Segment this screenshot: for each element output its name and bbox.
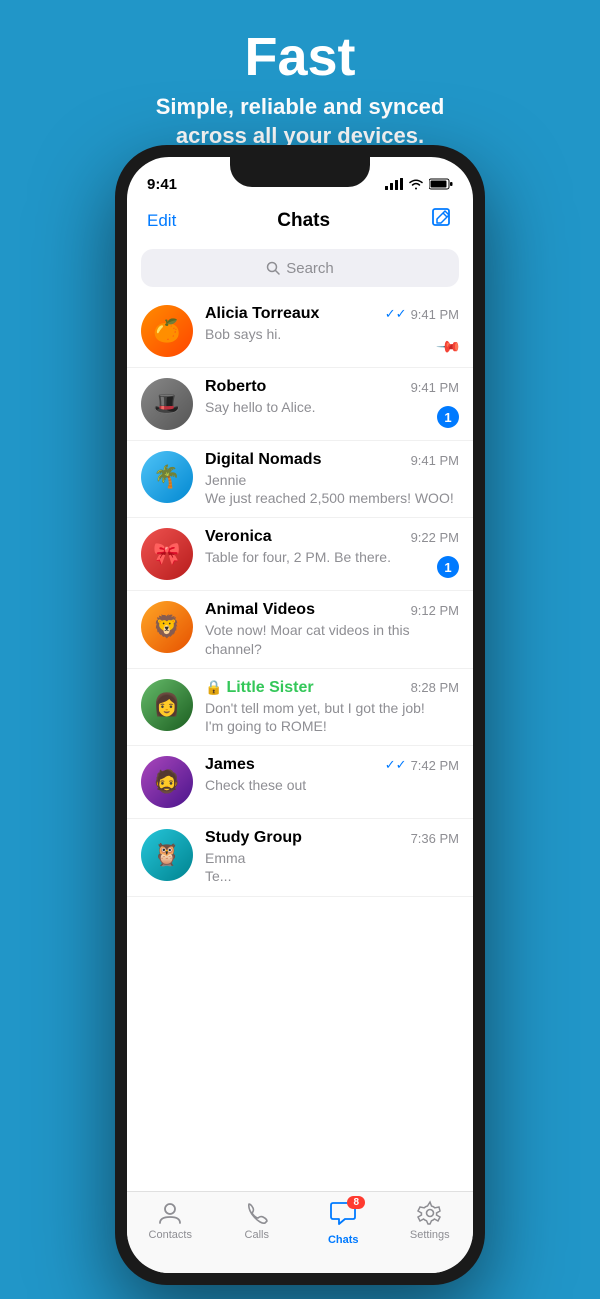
status-time: 9:41 xyxy=(147,176,177,193)
phone-mockup: 9:41 xyxy=(115,145,485,1285)
chat-content-james: James ✓✓ 7:42 PM Check these out xyxy=(205,756,459,794)
chat-preview-veronica: Table for four, 2 PM. Be there. xyxy=(205,548,459,566)
bottom-navigation: Contacts Calls 8 Chats xyxy=(127,1191,473,1273)
chat-time-animal-videos: 9:12 PM xyxy=(411,603,459,618)
chat-item-veronica[interactable]: 🎀 Veronica 9:22 PM Table for four, 2 PM.… xyxy=(127,518,473,591)
avatar-veronica: 🎀 xyxy=(141,528,193,580)
signal-icon xyxy=(385,178,403,190)
badge-roberto: 1 xyxy=(437,406,459,428)
nav-item-contacts[interactable]: Contacts xyxy=(127,1200,214,1241)
calls-icon xyxy=(244,1200,270,1226)
avatar-james: 🧔 xyxy=(141,756,193,808)
chat-content-animal-videos: Animal Videos 9:12 PM Vote now! Moar cat… xyxy=(205,601,459,657)
chat-time-little-sister: 8:28 PM xyxy=(411,680,459,695)
chat-preview-animal-videos: Vote now! Moar cat videos in this channe… xyxy=(205,621,459,657)
chat-name-roberto: Roberto xyxy=(205,378,266,396)
chat-item-digital-nomads[interactable]: 🌴 Digital Nomads 9:41 PM JennieWe just r… xyxy=(127,441,473,518)
badge-veronica: 1 xyxy=(437,556,459,578)
chat-item-roberto[interactable]: 🎩 Roberto 9:41 PM Say hello to Alice. 1 xyxy=(127,368,473,441)
battery-icon xyxy=(429,178,453,190)
contacts-label: Contacts xyxy=(149,1229,192,1241)
chat-preview-alicia: Bob says hi. xyxy=(205,325,459,343)
chat-name-alicia: Alicia Torreaux xyxy=(205,305,319,323)
chats-title: Chats xyxy=(277,210,330,232)
chat-time-veronica: 9:22 PM xyxy=(411,530,459,545)
compose-button[interactable] xyxy=(431,207,453,235)
chat-time-study-group: 7:36 PM xyxy=(411,831,459,846)
chat-preview-james: Check these out xyxy=(205,776,459,794)
compose-icon xyxy=(431,207,453,229)
phone-screen: 9:41 xyxy=(127,157,473,1273)
chat-item-alicia[interactable]: 🍊 Alicia Torreaux ✓✓ 9:41 PM Bob says hi… xyxy=(127,295,473,368)
lock-icon-little-sister: 🔒 xyxy=(205,679,222,696)
chat-content-alicia: Alicia Torreaux ✓✓ 9:41 PM Bob says hi. xyxy=(205,305,459,343)
status-icons xyxy=(385,178,453,190)
chats-label: Chats xyxy=(328,1234,359,1246)
nav-item-calls[interactable]: Calls xyxy=(214,1200,301,1241)
avatar-animal-videos: 🦁 xyxy=(141,601,193,653)
calls-label: Calls xyxy=(245,1229,269,1241)
settings-label: Settings xyxy=(410,1229,450,1241)
double-check-alicia: ✓✓ xyxy=(385,306,407,322)
chat-preview-digital-nomads: JennieWe just reached 2,500 members! WOO… xyxy=(205,471,459,507)
chat-content-digital-nomads: Digital Nomads 9:41 PM JennieWe just rea… xyxy=(205,451,459,507)
notch xyxy=(230,157,370,187)
chat-name-digital-nomads: Digital Nomads xyxy=(205,451,321,469)
chat-time-alicia: 9:41 PM xyxy=(411,307,459,322)
avatar-alicia: 🍊 xyxy=(141,305,193,357)
chat-item-james[interactable]: 🧔 James ✓✓ 7:42 PM Check these out xyxy=(127,746,473,819)
chat-time-roberto: 9:41 PM xyxy=(411,380,459,395)
chat-preview-study-group: EmmaTe... xyxy=(205,849,459,885)
nav-item-chats[interactable]: 8 Chats xyxy=(300,1200,387,1246)
chat-preview-little-sister: Don't tell mom yet, but I got the job!I'… xyxy=(205,699,459,735)
chat-time-james: 7:42 PM xyxy=(411,758,459,773)
hero-title: Fast xyxy=(0,28,600,87)
avatar-study-group: 🦉 xyxy=(141,829,193,881)
chat-name-study-group: Study Group xyxy=(205,829,302,847)
double-check-james: ✓✓ xyxy=(385,757,407,773)
search-bar[interactable]: Search xyxy=(141,249,459,287)
chat-item-animal-videos[interactable]: 🦁 Animal Videos 9:12 PM Vote now! Moar c… xyxy=(127,591,473,668)
chat-name-james: James xyxy=(205,756,255,774)
navigation-bar: Edit Chats xyxy=(127,201,473,245)
chat-preview-roberto: Say hello to Alice. xyxy=(205,398,459,416)
search-icon xyxy=(266,261,280,275)
avatar-roberto: 🎩 xyxy=(141,378,193,430)
chats-badge: 8 xyxy=(347,1196,365,1209)
chats-badge-container: 8 xyxy=(329,1200,357,1231)
chat-name-little-sister: Little Sister xyxy=(226,679,313,697)
chat-name-veronica: Veronica xyxy=(205,528,272,546)
nav-item-settings[interactable]: Settings xyxy=(387,1200,474,1241)
wifi-icon xyxy=(408,178,424,190)
hero-subtitle: Simple, reliable and syncedacross all yo… xyxy=(0,93,600,150)
edit-button[interactable]: Edit xyxy=(147,211,176,231)
chat-item-study-group[interactable]: 🦉 Study Group 7:36 PM EmmaTe... xyxy=(127,819,473,896)
chat-content-study-group: Study Group 7:36 PM EmmaTe... xyxy=(205,829,459,885)
avatar-digital-nomads: 🌴 xyxy=(141,451,193,503)
chat-time-digital-nomads: 9:41 PM xyxy=(411,453,459,468)
chat-content-little-sister: 🔒 Little Sister 8:28 PM Don't tell mom y… xyxy=(205,679,459,735)
chat-content-roberto: Roberto 9:41 PM Say hello to Alice. xyxy=(205,378,459,416)
contacts-icon xyxy=(157,1200,183,1226)
chat-name-animal-videos: Animal Videos xyxy=(205,601,315,619)
chat-item-little-sister[interactable]: 👩 🔒 Little Sister 8:28 PM Don't tell mom… xyxy=(127,669,473,746)
chat-content-veronica: Veronica 9:22 PM Table for four, 2 PM. B… xyxy=(205,528,459,566)
settings-icon xyxy=(417,1200,443,1226)
search-placeholder: Search xyxy=(286,260,334,277)
avatar-little-sister: 👩 xyxy=(141,679,193,731)
chat-list: 🍊 Alicia Torreaux ✓✓ 9:41 PM Bob says hi… xyxy=(127,295,473,897)
